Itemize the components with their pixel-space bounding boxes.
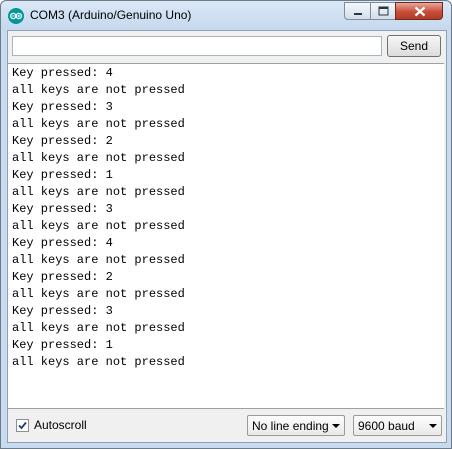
- output-line: Key pressed: 2: [12, 134, 113, 148]
- serial-monitor-client: Send Key pressed: 4 all keys are not pres…: [7, 30, 447, 443]
- maximize-icon: [378, 6, 389, 16]
- output-line: all keys are not pressed: [12, 83, 185, 97]
- minimize-icon: [354, 13, 362, 15]
- output-line: all keys are not pressed: [12, 253, 185, 267]
- baud-rate-value: 9600 baud: [358, 419, 415, 433]
- output-line: Key pressed: 3: [12, 100, 113, 114]
- chevron-down-icon: [332, 424, 340, 428]
- line-ending-value: No line ending: [252, 419, 329, 433]
- output-line: all keys are not pressed: [12, 117, 185, 131]
- output-line: all keys are not pressed: [12, 219, 185, 233]
- serial-output-area[interactable]: Key pressed: 4 all keys are not pressed Ke…: [8, 63, 444, 409]
- output-line: Key pressed: 3: [12, 304, 113, 318]
- chevron-down-icon: [429, 424, 437, 428]
- autoscroll-label: Autoscroll: [34, 418, 87, 432]
- output-line: all keys are not pressed: [12, 321, 185, 335]
- maximize-button[interactable]: [370, 2, 396, 20]
- serial-monitor-window: COM3 (Arduino/Genuino Uno) Send Key pres…: [0, 0, 452, 449]
- close-button[interactable]: [395, 2, 443, 20]
- send-input[interactable]: [12, 36, 382, 56]
- output-line: all keys are not pressed: [12, 151, 185, 165]
- title-bar[interactable]: COM3 (Arduino/Genuino Uno): [1, 1, 451, 30]
- output-line: Key pressed: 2: [12, 270, 113, 284]
- output-line: Key pressed: 1: [12, 338, 113, 352]
- output-line: Key pressed: 4: [12, 66, 113, 80]
- autoscroll-checkbox[interactable]: [16, 419, 29, 432]
- close-icon: [414, 6, 426, 17]
- output-line: all keys are not pressed: [12, 287, 185, 301]
- minimize-button[interactable]: [344, 2, 371, 20]
- send-button[interactable]: Send: [387, 35, 441, 57]
- output-line: all keys are not pressed: [12, 355, 185, 369]
- checkmark-icon: [18, 421, 27, 430]
- output-line: Key pressed: 1: [12, 168, 113, 182]
- output-line: Key pressed: 4: [12, 236, 113, 250]
- line-ending-select[interactable]: No line ending: [247, 415, 345, 436]
- arduino-logo-icon: [8, 8, 24, 24]
- baud-rate-select[interactable]: 9600 baud: [353, 415, 442, 436]
- output-line: all keys are not pressed: [12, 185, 185, 199]
- window-title: COM3 (Arduino/Genuino Uno): [30, 8, 192, 22]
- bottom-bar: Autoscroll No line ending 9600 baud: [8, 409, 444, 441]
- output-line: Key pressed: 3: [12, 202, 113, 216]
